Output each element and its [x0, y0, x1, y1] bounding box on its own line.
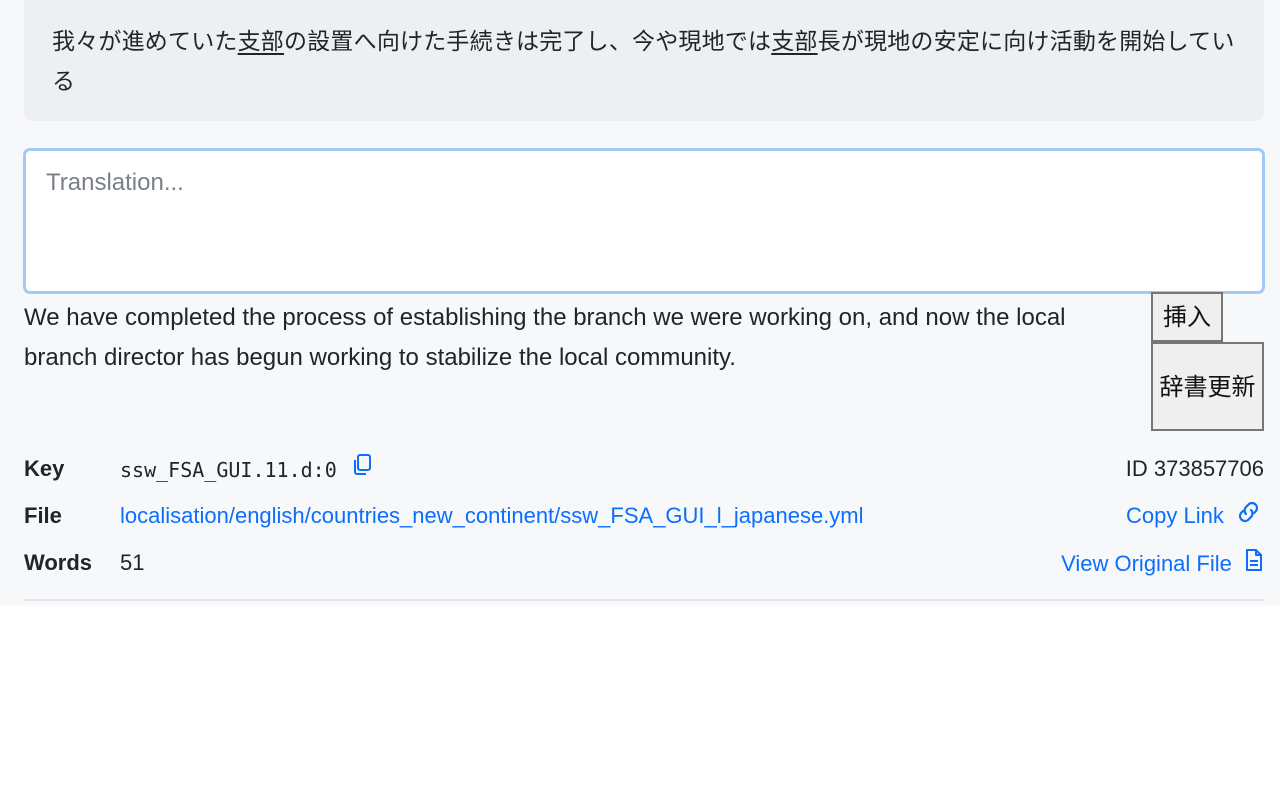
- file-label: File: [24, 503, 62, 528]
- glossary-term[interactable]: 支部: [771, 29, 817, 55]
- translation-panel: 我々が進めていた支部の設置へ向けた手続きは完了し、今や現地では支部長が現地の安定…: [0, 0, 1280, 606]
- divider: [24, 599, 1264, 601]
- source-segment: 我々が進めていた: [52, 29, 238, 55]
- key-value-group: ssw_FSA_GUI.11.d:0: [120, 453, 373, 486]
- copy-link-label: Copy Link: [1126, 503, 1224, 528]
- word-count: 51: [120, 550, 145, 575]
- insert-button[interactable]: 挿入: [1151, 292, 1223, 342]
- key-label: Key: [24, 456, 65, 481]
- translation-input[interactable]: [23, 148, 1265, 294]
- key-value: ssw_FSA_GUI.11.d:0: [120, 457, 337, 482]
- copy-icon[interactable]: [351, 453, 373, 483]
- view-original-file-button[interactable]: View Original File: [1061, 548, 1264, 580]
- source-text-box: 我々が進めていた支部の設置へ向けた手続きは完了し、今や現地では支部長が現地の安定…: [24, 0, 1264, 121]
- view-original-file-label: View Original File: [1061, 550, 1232, 576]
- machine-translation-suggestion: We have completed the process of establi…: [24, 304, 1066, 371]
- copy-link-button[interactable]: Copy Link: [1126, 501, 1264, 531]
- glossary-term[interactable]: 支部: [238, 29, 284, 55]
- file-text-icon: [1244, 548, 1264, 578]
- link-icon: [1234, 501, 1264, 529]
- segment-id: ID 373857706: [1125, 456, 1264, 481]
- file-path-link[interactable]: localisation/english/countries_new_conti…: [120, 503, 864, 529]
- words-label: Words: [24, 550, 93, 575]
- dictionary-update-button[interactable]: 辞書更新: [1151, 342, 1264, 431]
- source-segment: の設置へ向けた手続きは完了し、今や現地では: [284, 29, 772, 55]
- source-text: 我々が進めていた支部の設置へ向けた手続きは完了し、今や現地では支部長が現地の安定…: [52, 22, 1242, 102]
